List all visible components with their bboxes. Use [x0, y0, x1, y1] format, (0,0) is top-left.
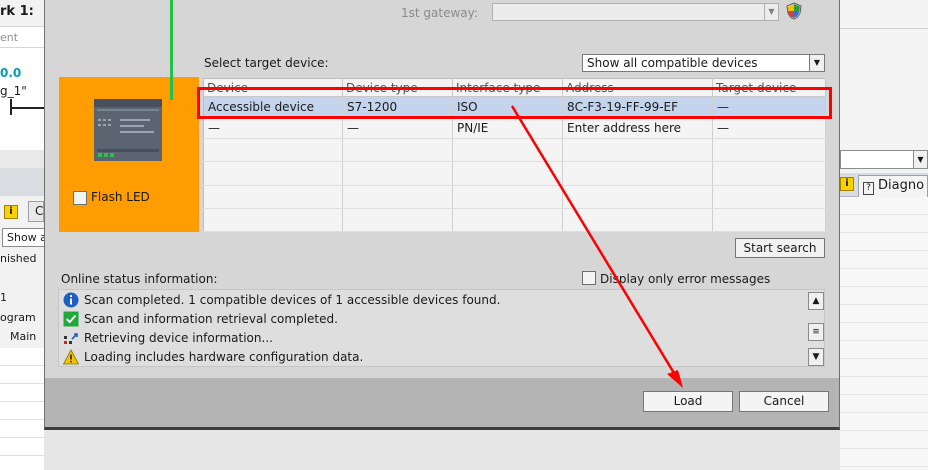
tab-general[interactable]: C — [28, 201, 44, 222]
background-editor-left: rk 1: ent 0.0 g_1" i C Show a nished 1 o… — [0, 0, 44, 470]
network-title: rk 1: — [0, 4, 34, 19]
cell-address: 8C-F3-19-FF-99-EF — [562, 96, 713, 119]
online-status-label: Online status information: — [61, 272, 218, 286]
plc-device-icon — [94, 99, 162, 161]
show-devices-value: Show all compatible devices — [587, 56, 758, 70]
rung-line — [12, 107, 44, 109]
list-item: Loading includes hardware configuration … — [63, 348, 803, 367]
tab-diagnostics[interactable]: ? Diagno — [858, 175, 928, 197]
background-dropdown[interactable]: ▼ — [840, 150, 928, 169]
chevron-down-icon: ▼ — [764, 4, 778, 20]
editor-area — [840, 0, 928, 150]
list-area — [840, 197, 928, 470]
table-row — [203, 161, 826, 186]
cell-device: — — [203, 117, 343, 140]
info-icon — [63, 292, 79, 308]
gateway-label: 1st gateway: — [401, 6, 478, 20]
shield-icon — [786, 2, 802, 20]
contact-tag: g_1" — [0, 84, 27, 98]
column-device[interactable]: Device — [203, 78, 343, 97]
select-target-label: Select target device: — [204, 56, 329, 70]
table-row — [203, 185, 826, 209]
cancel-button[interactable]: Cancel — [739, 391, 829, 412]
flash-led-label: Flash LED — [91, 190, 150, 204]
message-text: Loading includes hardware configuration … — [84, 350, 364, 364]
chevron-down-icon[interactable]: ▼ — [809, 55, 824, 71]
network-comment[interactable]: ent — [0, 26, 44, 48]
start-search-button[interactable]: Start search — [735, 238, 825, 258]
check-icon — [63, 311, 79, 327]
cell-device: Accessible device — [203, 96, 343, 119]
chevron-down-icon: ▼ — [913, 151, 927, 168]
divider — [840, 28, 928, 29]
cell-address-input[interactable]: Enter address here — [562, 117, 713, 140]
column-device-type[interactable]: Device type — [342, 78, 453, 97]
cell-device-type: S7-1200 — [342, 96, 453, 119]
table-row — [203, 208, 826, 233]
list-area — [0, 348, 44, 470]
info-icon[interactable]: i — [840, 177, 854, 191]
ladder-area — [0, 48, 44, 150]
show-all-dropdown[interactable]: Show a — [2, 228, 44, 247]
load-dialog: 1st gateway: ▼ Select target device: Sho… — [44, 0, 840, 430]
tab-diagnostics-label: Diagno — [878, 178, 925, 193]
list-item: ogram — [0, 311, 36, 324]
table-row[interactable]: — — PN/IE Enter address here — — [203, 117, 826, 140]
message-text: Retrieving device information... — [84, 331, 273, 345]
scroll-down-button[interactable]: ▼ — [808, 348, 824, 366]
info-tab-icon[interactable]: i — [4, 205, 18, 219]
load-button[interactable]: Load — [643, 391, 733, 412]
cell-interface-type: PN/IE — [452, 117, 563, 140]
message-text: Scan completed. 1 compatible devices of … — [84, 293, 501, 307]
scroll-thumb[interactable]: ≡ — [808, 323, 824, 341]
cell-target-device: — — [712, 117, 826, 140]
device-panel — [59, 77, 199, 232]
cell-device-type: — — [342, 117, 453, 140]
table-row — [203, 138, 826, 163]
column-interface-type[interactable]: Interface type — [452, 78, 563, 97]
cell-target-device: — — [712, 96, 826, 119]
scroll-up-button[interactable]: ▲ — [808, 292, 824, 310]
list-item: Scan and information retrieval completed… — [63, 310, 803, 329]
status-message-list: Scan completed. 1 compatible devices of … — [58, 289, 825, 367]
gateway-dropdown: ▼ — [492, 3, 779, 21]
target-device-table: Device Device type Interface type Addres… — [203, 78, 826, 233]
warning-icon — [63, 349, 79, 365]
contact-address: 0.0 — [0, 66, 22, 80]
list-item: Main — [10, 330, 37, 343]
column-address[interactable]: Address — [562, 78, 713, 97]
retrieving-icon — [64, 333, 78, 344]
status-finished: nished — [0, 252, 37, 265]
list-item: Scan completed. 1 compatible devices of … — [63, 291, 803, 310]
list-item: Retrieving device information... — [63, 329, 803, 348]
dialog-button-bar: Load Cancel — [45, 378, 839, 427]
show-devices-dropdown[interactable]: Show all compatible devices ▼ — [582, 54, 825, 72]
table-row-accessible-device[interactable]: Accessible device S7-1200 ISO 8C-F3-19-F… — [203, 96, 826, 119]
connection-line — [170, 0, 173, 100]
only-errors-label: Display only error messages — [600, 272, 771, 286]
inspector-header — [0, 168, 44, 196]
diagnostics-icon: ? — [863, 182, 874, 195]
column-target-device[interactable]: Target device — [712, 78, 826, 97]
list-item: 1 — [0, 291, 7, 304]
flash-led-checkbox[interactable] — [73, 191, 87, 205]
divider — [0, 150, 44, 168]
table-header: Device Device type Interface type Addres… — [203, 78, 826, 97]
only-errors-checkbox[interactable] — [582, 271, 596, 285]
background-editor-right: ▼ i ? Diagno — [840, 0, 928, 470]
message-text: Scan and information retrieval completed… — [84, 312, 338, 326]
cell-interface-type: ISO — [452, 96, 563, 119]
